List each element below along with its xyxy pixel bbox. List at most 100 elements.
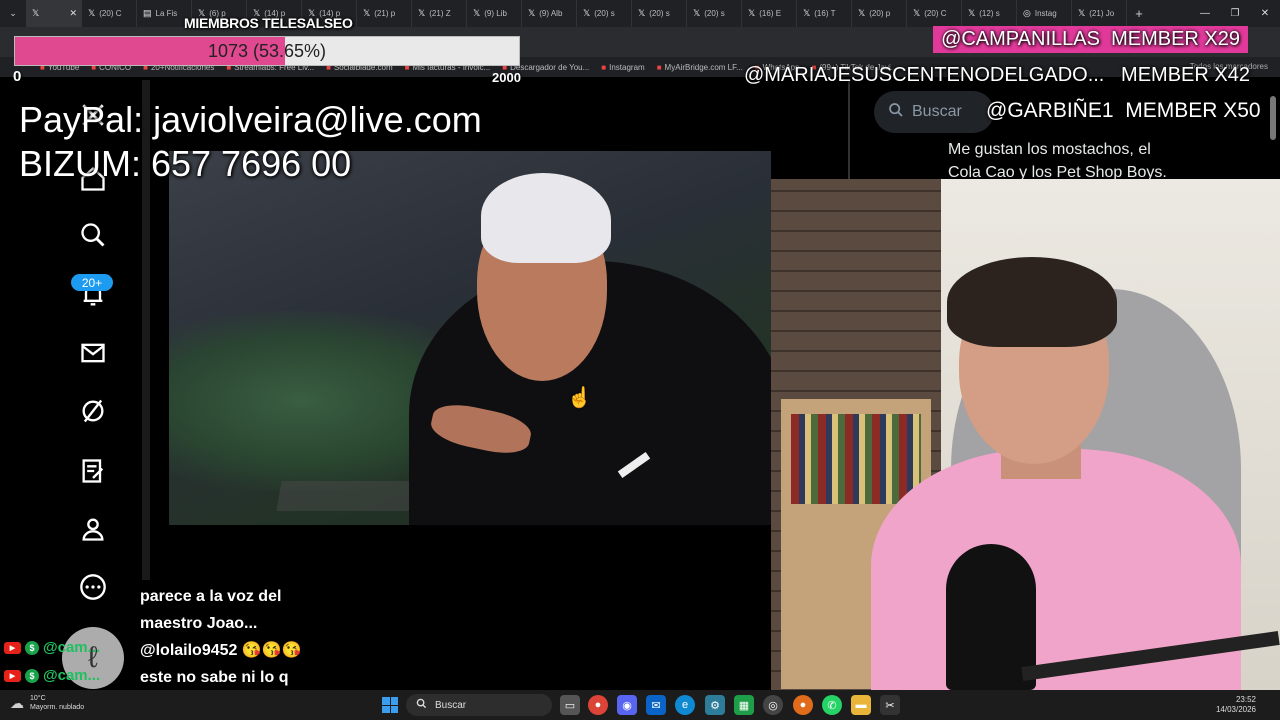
weather-desc: Mayorm. nublado	[30, 704, 85, 711]
browser-tab[interactable]: 𝕏 (20) p	[852, 0, 907, 27]
windows-taskbar: ☁ 10°C Mayorm. nublado Buscar ▭ ● ◉ ✉ e …	[0, 690, 1280, 720]
chrome-icon[interactable]: ●	[588, 695, 608, 715]
browser-tab[interactable]: 𝕏 (16) T	[797, 0, 852, 27]
browser-tab[interactable]: 𝕏 (16) E	[742, 0, 797, 27]
chat-side-row: ▶ $ @cam...	[4, 639, 100, 656]
tab-search-menu-icon[interactable]: ⌄	[0, 0, 26, 27]
discord-icon[interactable]: ◉	[617, 695, 637, 715]
youtube-icon: ▶	[4, 669, 21, 682]
member-tag: MEMBER X29	[1111, 28, 1240, 50]
browser-tab[interactable]: 𝕏 (20) C	[82, 0, 137, 27]
clock-time: 23:52	[1235, 695, 1256, 704]
browser-tab[interactable]: 𝕏 (20) C	[907, 0, 962, 27]
x-icon: 𝕏	[583, 8, 591, 18]
browser-tab[interactable]: 𝕏 (21) Jo	[1072, 0, 1127, 27]
search-icon	[888, 102, 904, 123]
file-explorer-icon[interactable]: ▬	[851, 695, 871, 715]
bookmark-icon: ■	[601, 62, 607, 72]
x-icon: 𝕏	[88, 8, 96, 18]
x-icon: 𝕏	[473, 8, 481, 18]
clock-date: 14/03/2026	[1215, 705, 1256, 714]
browser-tab[interactable]: 𝕏 (21) p	[357, 0, 412, 27]
network-app-icon[interactable]: ⚙	[705, 695, 725, 715]
webcam-streamer-hair	[947, 257, 1117, 347]
close-tab-icon[interactable]: ✕	[69, 8, 77, 19]
weather-widget[interactable]: ☁ 10°C Mayorm. nublado	[10, 694, 84, 712]
video-player[interactable]	[169, 151, 771, 525]
tab-label: (20) p	[869, 9, 891, 18]
bookmark-item[interactable]: ■ Instagram	[601, 63, 644, 72]
whatsapp-icon[interactable]: ✆	[822, 695, 842, 715]
chat-side-user: @cam...	[43, 639, 101, 656]
browser-tab[interactable]: 𝕏 (20) s	[577, 0, 632, 27]
browser-tab[interactable]: 𝕏 ✕	[26, 0, 82, 27]
tab-label: (20) s	[594, 9, 615, 18]
tab-label: (21) p	[374, 9, 396, 18]
member-goal-text: 1073 (53.65%)	[207, 40, 327, 61]
x-icon: 𝕏	[968, 8, 976, 18]
firefox-icon[interactable]: ●	[793, 695, 813, 715]
browser-tab[interactable]: 𝕏 (12) s	[962, 0, 1017, 27]
video-letterbox	[169, 525, 771, 590]
member-user: @CAMPANILLAS	[941, 28, 1100, 50]
tab-label: (21) Z	[429, 9, 451, 18]
maximize-button[interactable]: ❐	[1220, 8, 1250, 19]
edge-icon[interactable]: e	[675, 695, 695, 715]
capture-app-icon[interactable]: ✂	[880, 695, 900, 715]
tab-label: (20) s	[704, 9, 725, 18]
x-icon: 𝕏	[693, 8, 701, 18]
youtube-icon: ▶	[4, 641, 21, 654]
member-goal-min: 0	[13, 68, 22, 85]
green-app-icon[interactable]: ▦	[734, 695, 754, 715]
more-options-icon[interactable]	[78, 572, 108, 602]
bookmark-icon: ■	[656, 62, 662, 72]
search-icon[interactable]	[78, 220, 108, 250]
bookmark-label: Descargador de You...	[510, 62, 590, 72]
member-goal-max: 2000	[492, 70, 521, 85]
browser-tab[interactable]: 𝕏 (21) Z	[412, 0, 467, 27]
tab-label: (20) C	[99, 9, 122, 18]
x-icon: 𝕏	[363, 8, 371, 18]
paypal-line: PayPal: javiolveira@live.com	[19, 99, 482, 140]
messages-mail-icon[interactable]	[78, 338, 108, 368]
tab-label: (20) s	[649, 9, 670, 18]
obs-icon[interactable]: ◎	[763, 695, 783, 715]
grok-icon[interactable]	[78, 396, 108, 426]
windows-start-icon[interactable]	[382, 697, 398, 713]
x-icon: 𝕏	[913, 8, 921, 18]
minimize-button[interactable]: —	[1190, 8, 1220, 19]
browser-tab[interactable]: 𝕏 (9) Lib	[467, 0, 522, 27]
chat-message-line: este no sabe ni lo q	[140, 669, 289, 686]
profile-icon[interactable]	[78, 514, 108, 544]
superchat-coin-icon: $	[25, 640, 39, 655]
lists-edit-icon[interactable]	[78, 456, 108, 486]
notifications-badge: 20+	[71, 274, 113, 291]
member-alert-2: @MARIAJESUSCENTENODELGADO... MEMBER X42	[744, 64, 1250, 87]
superchat-coin-icon: $	[25, 668, 39, 683]
page-scrollbar[interactable]	[1270, 96, 1276, 140]
browser-tab[interactable]: 𝕏 (9) Alb	[522, 0, 577, 27]
tab-label: La Fis	[155, 9, 178, 18]
taskbar-search[interactable]: Buscar	[406, 694, 552, 716]
tab-label: (9) Alb	[539, 9, 563, 18]
tab-label: (9) Lib	[484, 9, 507, 18]
bookmark-item[interactable]: ■ MyAirBridge.com LF...	[657, 63, 743, 72]
mail-app-icon[interactable]: ✉	[646, 695, 666, 715]
window-controls: — ❐ ✕	[1190, 0, 1280, 27]
x-icon: 𝕏	[803, 8, 811, 18]
close-window-button[interactable]: ✕	[1250, 8, 1280, 19]
donation-info: PayPal: javiolveira@live.com BIZUM: 657 …	[19, 98, 482, 186]
tab-label: (16) T	[814, 9, 836, 18]
chat-side-row: ▶ $ @cam...	[4, 667, 100, 684]
chat-message-line: parece a la voz del	[140, 588, 282, 605]
member-tag: MEMBER X42	[1121, 64, 1250, 86]
taskbar-clock[interactable]: 23:52 14/03/2026	[1216, 695, 1256, 715]
browser-tab[interactable]: 𝕏 (20) s	[687, 0, 742, 27]
new-tab-button[interactable]: +	[1127, 6, 1151, 21]
browser-tab[interactable]: 𝕏 (20) s	[632, 0, 687, 27]
browser-tab[interactable]: ◎ Instag	[1017, 0, 1072, 27]
task-view-icon[interactable]: ▭	[560, 695, 580, 715]
tab-label: (21) Jo	[1089, 9, 1115, 18]
x-search-input[interactable]: Buscar	[874, 91, 994, 133]
tab-label: (16) E	[759, 9, 782, 18]
